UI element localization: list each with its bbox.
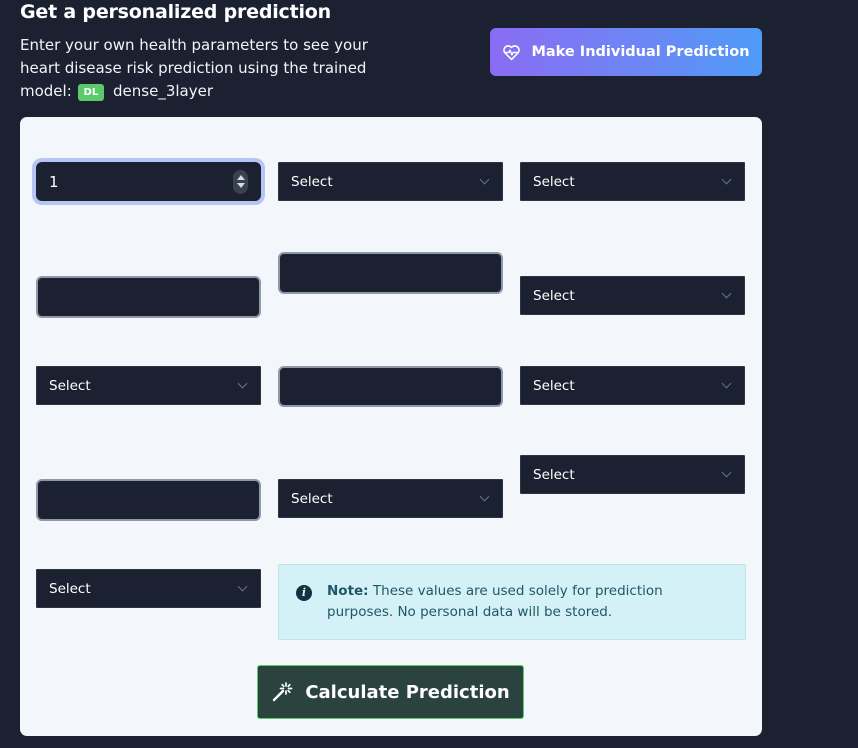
number-input-3[interactable] xyxy=(278,366,503,407)
privacy-note: i Note: These values are used solely for… xyxy=(278,564,746,640)
select-field-3[interactable]: Select xyxy=(520,276,745,315)
chevron-down-icon xyxy=(721,174,732,184)
section-description: Enter your own health parameters to see … xyxy=(20,34,370,103)
chevron-down-icon xyxy=(237,581,248,591)
select-field-1[interactable]: Select xyxy=(278,162,503,201)
number-input-4[interactable] xyxy=(36,479,261,521)
select-placeholder: Select xyxy=(49,580,91,597)
model-name: dense_3layer xyxy=(113,82,213,100)
number-input-1[interactable] xyxy=(36,276,261,318)
chevron-down-icon xyxy=(237,378,248,388)
age-input-value: 1 xyxy=(49,172,59,191)
chevron-down-icon xyxy=(721,378,732,388)
chevron-down-icon xyxy=(721,467,732,477)
select-field-2[interactable]: Select xyxy=(520,162,745,201)
select-placeholder: Select xyxy=(533,377,575,394)
chevron-down-icon xyxy=(721,288,732,298)
age-input[interactable]: 1 xyxy=(36,162,261,201)
prediction-form-card xyxy=(20,117,762,736)
note-text: These values are used solely for predict… xyxy=(327,583,663,620)
note-label: Note: xyxy=(327,583,369,599)
select-field-4[interactable]: Select xyxy=(36,366,261,405)
select-field-5[interactable]: Select xyxy=(520,366,745,405)
select-placeholder: Select xyxy=(291,490,333,507)
info-icon: i xyxy=(296,585,312,601)
make-prediction-label: Make Individual Prediction xyxy=(531,44,750,60)
select-placeholder: Select xyxy=(533,287,575,304)
stepper-up-icon[interactable] xyxy=(236,175,245,180)
select-field-8[interactable]: Select xyxy=(36,569,261,608)
calculate-label: Calculate Prediction xyxy=(305,681,510,703)
select-placeholder: Select xyxy=(291,173,333,190)
select-field-7[interactable]: Select xyxy=(520,455,745,494)
heart-pulse-icon xyxy=(503,44,521,60)
number-stepper[interactable] xyxy=(233,169,248,194)
select-field-6[interactable]: Select xyxy=(278,479,503,518)
calculate-prediction-button[interactable]: Calculate Prediction xyxy=(257,665,524,719)
model-type-badge: DL xyxy=(77,84,105,101)
select-placeholder: Select xyxy=(49,377,91,394)
chevron-down-icon xyxy=(479,174,490,184)
stepper-down-icon[interactable] xyxy=(236,183,245,188)
select-placeholder: Select xyxy=(533,173,575,190)
section-title: Get a personalized prediction xyxy=(20,1,331,23)
number-input-2[interactable] xyxy=(278,252,503,294)
make-individual-prediction-button[interactable]: Make Individual Prediction xyxy=(490,28,762,76)
select-placeholder: Select xyxy=(533,466,575,483)
chevron-down-icon xyxy=(479,491,490,501)
magic-wand-icon xyxy=(273,682,293,702)
